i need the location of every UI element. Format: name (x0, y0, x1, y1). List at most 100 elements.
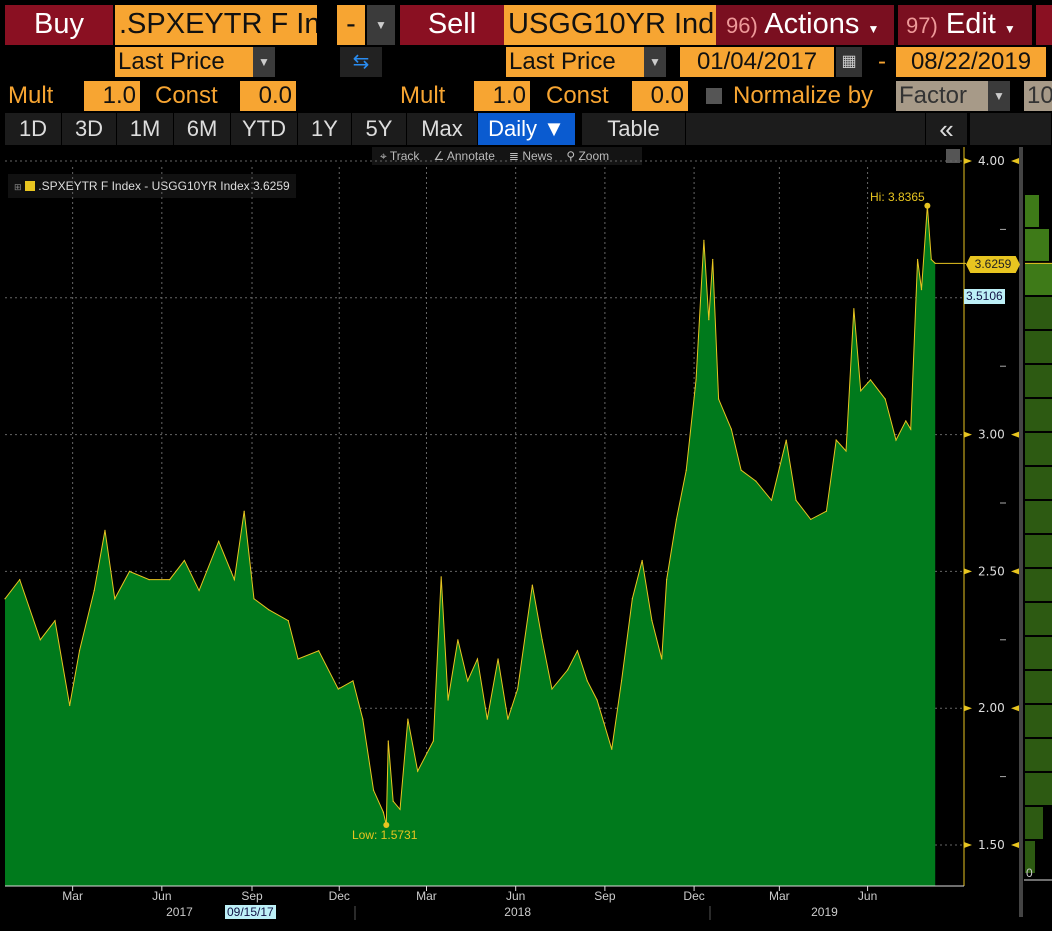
data-point (910, 428, 912, 430)
data-point (531, 584, 533, 586)
y-tick-label: 1.50 (978, 838, 1005, 852)
histogram-bar (1025, 671, 1052, 703)
y-tick-label: 3.00 (978, 428, 1005, 442)
data-point (860, 390, 862, 392)
x-tick-label: Mar (769, 889, 790, 903)
last-value-badge: 3.6259 (966, 256, 1020, 273)
data-point (517, 688, 519, 690)
data-point (845, 450, 847, 452)
data-point (392, 800, 394, 802)
data-point (486, 718, 488, 720)
data-point (695, 379, 697, 381)
y-tick-marker (1011, 842, 1019, 848)
year-label: 2018 (504, 905, 531, 919)
x-tick-label: Jun (506, 889, 525, 903)
data-point (399, 808, 401, 811)
data-point (243, 510, 245, 512)
year-label: 2017 (166, 905, 193, 919)
data-point (740, 469, 742, 471)
data-point (198, 589, 200, 592)
data-point (467, 680, 469, 682)
histogram-bar (1025, 263, 1052, 295)
data-point (476, 658, 479, 660)
data-point (78, 650, 81, 652)
data-point (233, 579, 235, 581)
x-tick-label: Jun (152, 889, 171, 903)
data-point (641, 559, 643, 562)
data-point (785, 439, 787, 441)
data-point (19, 579, 21, 581)
histogram-bar (1025, 501, 1052, 533)
data-point (432, 740, 434, 742)
data-point (661, 658, 663, 660)
data-point (352, 680, 354, 682)
x-tick-label: Sep (594, 889, 616, 903)
data-point (69, 704, 71, 707)
x-tick-label: Dec (329, 889, 350, 903)
data-point (39, 639, 41, 641)
data-point (4, 598, 6, 600)
data-point (54, 620, 56, 622)
data-point (930, 258, 932, 261)
data-point (884, 398, 886, 400)
data-point (770, 499, 773, 501)
histogram-bar (1025, 365, 1052, 397)
data-point (447, 699, 449, 701)
data-point (920, 288, 923, 291)
data-point (93, 589, 95, 592)
data-point (835, 439, 837, 441)
data-point (169, 579, 171, 581)
hi-label: Hi: 3.8365 (870, 190, 925, 204)
y-tick-marker (1011, 568, 1019, 575)
data-point (825, 510, 828, 512)
data-point (318, 650, 320, 652)
low-label: Low: 1.5731 (352, 828, 418, 842)
data-point (114, 598, 116, 600)
histogram-bar (1025, 433, 1052, 465)
y-tick-marker (964, 568, 972, 575)
cursor-date-badge: 09/15/17 (225, 905, 276, 919)
histogram-bar (1025, 773, 1052, 805)
panel-divider (1019, 147, 1023, 917)
data-point (795, 499, 797, 501)
data-point (596, 699, 598, 701)
x-tick-label: Mar (62, 889, 83, 903)
histogram-bar (1025, 569, 1052, 601)
y-tick-marker (1011, 158, 1019, 164)
data-point (905, 420, 907, 422)
x-tick-label: Mar (416, 889, 437, 903)
data-point (297, 658, 299, 660)
y-tick-marker (1011, 431, 1019, 438)
histogram-bar (1025, 467, 1052, 499)
histogram-bar (1025, 739, 1052, 771)
data-point (218, 540, 220, 542)
y-tick-label: 2.50 (978, 564, 1005, 578)
data-point (541, 639, 543, 641)
ref-value-badge: 3.5106 (964, 289, 1005, 304)
data-point (287, 620, 289, 622)
y-tick-label: 4.00 (978, 154, 1005, 168)
chart-svg: 4.00 3.00 2.50 2.00 1.50 Mar Jun Sep Dec Mar Jun Se… (4, 147, 1052, 920)
data-point (387, 740, 389, 742)
data-point (268, 609, 270, 611)
data-point (362, 718, 364, 720)
y-tick-marker (964, 158, 972, 164)
histogram-bar (1025, 603, 1052, 635)
data-point (337, 688, 339, 690)
histogram-bar (1025, 331, 1052, 363)
data-point (620, 680, 623, 682)
histogram-bar (1025, 807, 1043, 839)
x-tick-label: Dec (683, 889, 704, 903)
histogram-bar (1025, 637, 1052, 669)
data-point (869, 379, 872, 381)
data-point (651, 620, 653, 622)
histogram-bar (1025, 229, 1049, 261)
data-point (551, 688, 553, 690)
histogram-zero-label: 0 (1026, 866, 1033, 880)
data-point (586, 680, 588, 682)
data-point (666, 579, 668, 581)
data-point (382, 811, 384, 813)
histogram-bar (1025, 705, 1052, 737)
data-point (457, 639, 459, 641)
x-tick-label: Jun (858, 889, 877, 903)
